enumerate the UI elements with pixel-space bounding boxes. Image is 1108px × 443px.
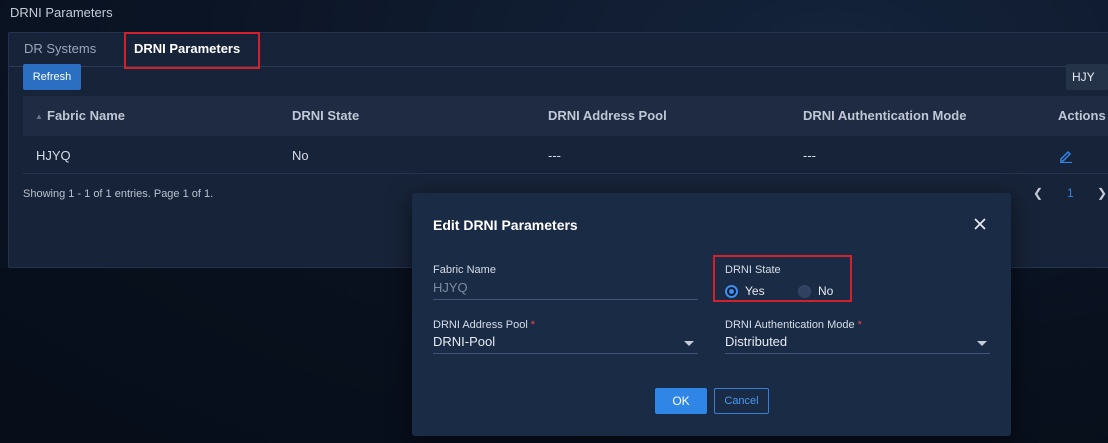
dialog-title: Edit DRNI Parameters [433,217,578,233]
column-header-fabric-name[interactable]: ▲ Fabric Name [35,96,125,136]
sort-icon[interactable]: ▲ [35,97,43,137]
table-row: HJYQ No --- --- [23,138,1108,174]
cell-drni-state: No [292,148,309,163]
chevron-left-icon[interactable]: ❮ [1033,182,1043,204]
address-pool-select[interactable]: DRNI-Pool [433,334,495,349]
drni-state-no-radio[interactable] [798,285,811,298]
tab-drni-parameters[interactable]: DRNI Parameters [134,33,240,67]
auth-mode-underline [725,353,990,354]
column-header-drni-state: DRNI State [292,108,360,123]
required-marker: * [530,319,536,331]
column-header-actions: Actions [1058,108,1106,123]
chevron-down-icon[interactable] [977,341,987,346]
ok-button[interactable]: OK [655,388,707,414]
fabric-name-underline [433,299,698,300]
page-title: DRNI Parameters [10,5,113,20]
pagination-summary: Showing 1 - 1 of 1 entries. Page 1 of 1. [23,188,214,200]
cell-auth-mode: --- [803,148,816,163]
drni-state-no-label[interactable]: No [818,284,833,298]
auth-mode-select[interactable]: Distributed [725,334,787,349]
tab-dr-systems[interactable]: DR Systems [24,33,96,67]
drni-state-label: DRNI State [725,264,781,276]
column-header-address-pool: DRNI Address Pool [548,108,667,123]
table-header: ▲ Fabric Name DRNI State DRNI Address Poo… [23,96,1108,136]
chevron-right-icon[interactable]: ❯ [1097,182,1107,204]
cell-address-pool: --- [548,148,561,163]
column-header-auth-mode: DRNI Authentication Mode [803,108,967,123]
edit-icon[interactable] [1059,149,1073,163]
close-icon[interactable] [972,216,988,232]
cancel-button[interactable]: Cancel [714,388,769,414]
drni-state-yes-label[interactable]: Yes [745,284,765,298]
tab-bar: DR Systems DRNI Parameters [9,33,1108,67]
drni-state-yes-radio[interactable] [725,285,738,298]
fabric-name-label: Fabric Name [433,264,496,276]
refresh-button[interactable]: Refresh [23,64,81,90]
page-number-1[interactable]: 1 [1067,182,1074,204]
auth-mode-label: DRNI Authentication Mode * [725,319,862,331]
cell-fabric-name: HJYQ [36,148,71,163]
address-pool-underline [433,353,698,354]
edit-drni-dialog: Edit DRNI Parameters Fabric Name HJYQ DR… [412,193,1011,436]
chevron-down-icon[interactable] [684,341,694,346]
required-marker: * [857,319,862,331]
address-pool-label: DRNI Address Pool * [433,319,536,331]
fabric-name-field: HJYQ [433,280,468,295]
fabric-filter-button[interactable]: HJY [1066,64,1108,90]
